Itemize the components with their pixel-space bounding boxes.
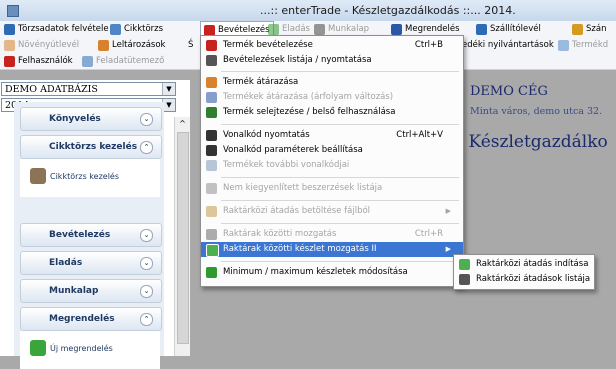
menu-torzsadatok[interactable]: Törzsadatok felvétele xyxy=(4,22,109,36)
nav-item-cikktorzs-kezeles[interactable]: Cikktörzs kezelés xyxy=(20,159,160,197)
outbound-arrow-icon xyxy=(268,23,279,35)
menu-munkalap[interactable]: Munkalap xyxy=(314,22,369,36)
menu-felhasznalok[interactable]: Felhasználók xyxy=(4,54,73,68)
expand-icon[interactable]: ⌄ xyxy=(140,285,153,298)
collapse-icon[interactable]: ⌃ xyxy=(140,313,153,326)
submenu-arrow-icon: ▶ xyxy=(445,245,451,253)
menu-item-raktarkozi-betoltes[interactable]: Raktárközi átadás betöltése fájlból ▶ xyxy=(201,204,463,219)
nav-section-konyveles[interactable]: Könyvelés ⌄ xyxy=(20,107,162,131)
expand-icon[interactable]: ⌄ xyxy=(140,113,153,126)
menu-separator xyxy=(221,124,459,125)
menu-cikktorzs[interactable]: Cikktörzs xyxy=(110,22,163,36)
menu-item-vonalkod-nyomtatas[interactable]: Vonalkód nyomtatás Ctrl+Alt+V xyxy=(201,128,463,143)
menu-partial-s[interactable]: Ś xyxy=(188,38,193,52)
scheduler-icon xyxy=(82,55,93,67)
product-icon xyxy=(558,39,569,51)
menu-termekd[interactable]: Termékd xyxy=(558,38,608,52)
database-icon xyxy=(4,23,15,35)
new-order-icon xyxy=(30,340,46,356)
file-load-icon xyxy=(206,206,217,217)
list-icon xyxy=(110,23,121,35)
hammer-icon xyxy=(314,23,325,35)
menu-item-tovabbi-vonalkodok[interactable]: Termékek további vonalkódjai xyxy=(201,158,463,173)
nav-section-munkalap[interactable]: Munkalap ⌄ xyxy=(20,279,162,303)
menu-megrendeles[interactable]: Megrendelés xyxy=(391,22,460,36)
app-icon xyxy=(7,5,19,17)
menu-nyilvantartasok[interactable]: edéki nyilvántartások xyxy=(462,38,554,52)
inbound-arrow-icon xyxy=(204,24,215,36)
menu-szamla[interactable]: Szán xyxy=(572,22,606,36)
menu-item-raktarak-kozotti-mozgatas[interactable]: Raktárak közötti mozgatás Ctrl+R xyxy=(201,227,463,242)
database-select[interactable]: DEMO ADATBÁZIS ▼ xyxy=(1,82,176,96)
company-name: DEMO CÉG xyxy=(470,84,548,99)
submenu-item-atadasok-listaja[interactable]: Raktárközi átadások listája xyxy=(454,272,594,287)
inventory-icon xyxy=(98,39,109,51)
move-stock-icon xyxy=(206,244,219,257)
expand-icon[interactable]: ⌄ xyxy=(140,257,153,270)
expand-icon[interactable]: ⌄ xyxy=(140,229,153,242)
window-title: ...:: enterTrade - Készletgazdálkodás ::… xyxy=(260,4,516,17)
min-max-icon xyxy=(206,267,217,278)
menu-separator xyxy=(221,71,459,72)
chevron-down-icon[interactable]: ▼ xyxy=(162,83,175,95)
unpaid-list-icon xyxy=(206,183,217,194)
navigation-panel: Könyvelés ⌄ Cikktörzs kezelés ⌃ Cikktörz… xyxy=(14,102,164,369)
delivery-note-icon xyxy=(476,23,487,35)
nav-item-uj-megrendeles[interactable]: Új megrendelés xyxy=(20,331,160,369)
menu-item-min-max-keszletek[interactable]: Minimum / maximum készletek módosítása xyxy=(201,265,463,280)
submenu-item-atadas-inditasa[interactable]: Raktárközi átadás indítása xyxy=(454,257,594,272)
scroll-up-icon[interactable]: ^ xyxy=(175,117,190,131)
menu-item-termek-atarazasa[interactable]: Termék átárazása xyxy=(201,75,463,90)
company-address: Minta város, demo utca 32. xyxy=(470,106,603,117)
bevetelezes-dropdown-menu: Termék bevételezése Ctrl+B Bevételezések… xyxy=(200,35,464,287)
nav-section-megrendeles[interactable]: Megrendelés ⌃ xyxy=(20,307,162,331)
print-list-icon xyxy=(206,55,217,66)
menu-item-termekek-atarazasa-arfolyam[interactable]: Termékek átárazása (árfolyam változás) xyxy=(201,90,463,105)
scroll-thumb[interactable] xyxy=(177,132,189,344)
move-icon xyxy=(206,229,217,240)
start-transfer-icon xyxy=(459,259,470,270)
barcode-settings-icon xyxy=(206,145,217,156)
menu-item-vonalkod-parameterek[interactable]: Vonalkód paraméterek beállítása xyxy=(201,143,463,158)
menu-szallitolevel[interactable]: Szállítólevél xyxy=(476,22,541,36)
menu-novenyutlevel[interactable]: Növényútlevél xyxy=(4,38,79,52)
keszlet-mozgatas-submenu: Raktárközi átadás indítása Raktárközi át… xyxy=(453,254,595,290)
barcode-print-icon xyxy=(206,130,217,141)
menu-item-nem-kiegyenlitett[interactable]: Nem kiegyenlített beszerzések listája xyxy=(201,181,463,196)
menu-separator xyxy=(221,177,459,178)
transfer-list-icon xyxy=(459,274,470,285)
leaf-icon xyxy=(4,39,15,51)
nav-section-eladas[interactable]: Eladás ⌄ xyxy=(20,251,162,275)
menu-separator xyxy=(221,261,459,262)
menu-feladatutemezo[interactable]: Feladatütemező xyxy=(82,54,164,68)
menu-item-termek-selejtezese[interactable]: Termék selejtezése / belső felhasználása xyxy=(201,105,463,120)
user-icon xyxy=(4,55,15,67)
inbound-arrow-icon xyxy=(206,40,217,51)
collapse-icon[interactable]: ⌃ xyxy=(140,141,153,154)
submenu-arrow-icon: ▶ xyxy=(445,207,451,215)
menu-item-termek-bevetelezese[interactable]: Termék bevételezése Ctrl+B xyxy=(201,38,463,53)
nav-section-cikktorzs-kezeles[interactable]: Cikktörzs kezelés ⌃ xyxy=(20,135,162,159)
nav-section-bevetelezes[interactable]: Bevételezés ⌄ xyxy=(20,223,162,247)
content-heading: e Készletgazdálko xyxy=(453,132,608,152)
currency-icon xyxy=(206,92,217,103)
menu-eladas[interactable]: Eladás xyxy=(268,22,310,36)
menu-separator xyxy=(221,223,459,224)
menu-item-keszlet-mozgatas-2[interactable]: Raktárak közötti készlet mozgatás II ▶ xyxy=(201,242,463,257)
invoice-icon xyxy=(572,23,583,35)
menu-leltarozasok[interactable]: Leltározások xyxy=(98,38,165,52)
item-catalog-icon xyxy=(30,168,46,184)
menu-item-bevetelezesek-listaja[interactable]: Bevételezések listája / nyomtatása xyxy=(201,53,463,68)
price-tag-icon xyxy=(206,77,217,88)
menu-separator xyxy=(221,200,459,201)
order-icon xyxy=(391,23,402,35)
barcode-list-icon xyxy=(206,160,217,171)
nav-scrollbar[interactable]: ^ xyxy=(174,117,190,356)
title-bar: ...:: enterTrade - Készletgazdálkodás ::… xyxy=(0,0,616,22)
discard-icon xyxy=(206,107,217,118)
